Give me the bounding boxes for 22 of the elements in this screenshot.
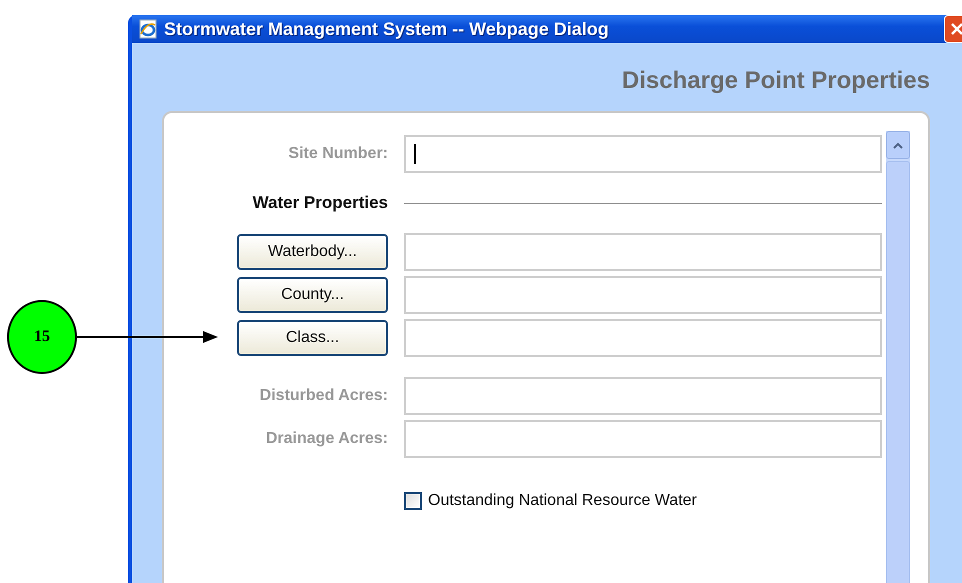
lookup-button[interactable]: County... bbox=[237, 277, 388, 313]
checkbox-label: Outstanding National Resource Water bbox=[428, 492, 697, 510]
text-field[interactable] bbox=[404, 276, 882, 314]
dialog-heading: Discharge Point Properties bbox=[620, 66, 930, 96]
field-label: Site Number: bbox=[287, 145, 388, 163]
window-title: Stormwater Management System -- Webpage Dialog bbox=[164, 18, 610, 40]
site-number-field[interactable] bbox=[404, 135, 882, 173]
text-field[interactable] bbox=[404, 233, 882, 271]
callout-badge: 15 bbox=[7, 300, 77, 374]
field-label: Drainage Acres: bbox=[264, 430, 388, 448]
section-title: Water Properties bbox=[252, 193, 388, 213]
field-label: Disturbed Acres: bbox=[258, 387, 388, 405]
text-field[interactable] bbox=[404, 420, 882, 458]
chevron-up-icon bbox=[893, 142, 903, 148]
checkbox[interactable] bbox=[404, 492, 422, 510]
close-icon bbox=[950, 22, 962, 36]
text-field[interactable] bbox=[404, 377, 882, 415]
lookup-button[interactable]: Waterbody... bbox=[237, 234, 388, 270]
text-field[interactable] bbox=[404, 319, 882, 357]
browser-icon bbox=[138, 19, 158, 39]
scroll-up-button[interactable] bbox=[886, 131, 910, 159]
lookup-button[interactable]: Class... bbox=[237, 320, 388, 356]
